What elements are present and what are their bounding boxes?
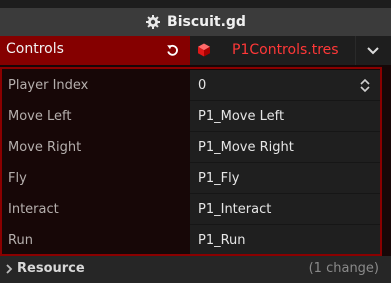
- script-title: Biscuit.gd: [167, 14, 246, 30]
- chevron-right-icon[interactable]: [5, 264, 13, 274]
- resource-name: P1Controls.tres: [232, 42, 339, 58]
- inspector-panel: Biscuit.gd Controls P1Controls.tres Play…: [0, 0, 391, 283]
- panel-border: [0, 67, 382, 256]
- controls-property[interactable]: Controls: [0, 36, 190, 65]
- revert-icon[interactable]: [165, 43, 180, 58]
- title-bar: Biscuit.gd: [0, 8, 391, 36]
- resource-section-header[interactable]: Resource (1 change): [0, 256, 391, 283]
- section-header: Controls P1Controls.tres: [0, 36, 391, 65]
- controls-label: Controls: [6, 41, 64, 57]
- resource-picker[interactable]: P1Controls.tres: [190, 36, 355, 65]
- resource-section-label: Resource: [17, 261, 85, 276]
- resource-dropdown-button[interactable]: [355, 36, 391, 65]
- chevron-down-icon: [367, 47, 379, 55]
- gear-icon: [146, 15, 161, 29]
- cube-icon: [198, 43, 210, 57]
- change-count: (1 change): [308, 261, 379, 276]
